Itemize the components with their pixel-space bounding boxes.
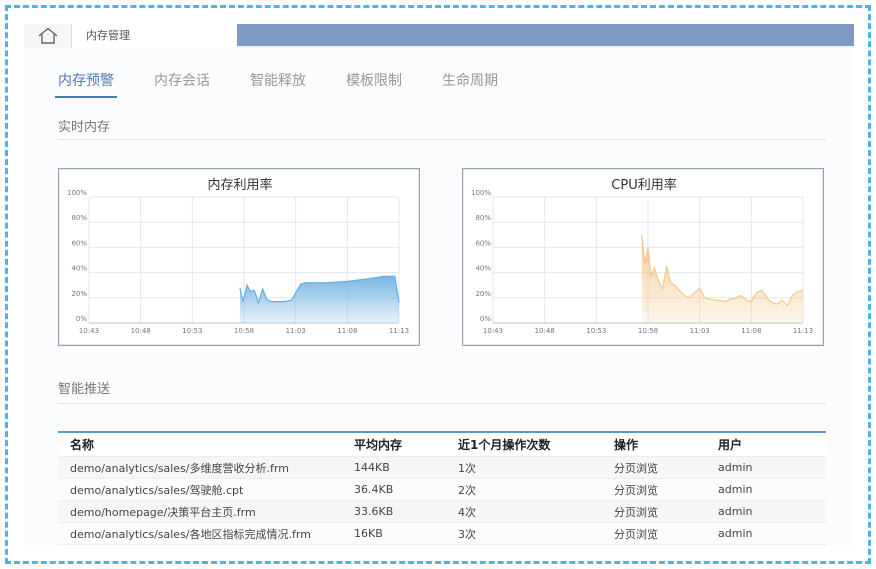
y-tick-label: 60% bbox=[475, 239, 491, 247]
home-button[interactable] bbox=[24, 24, 72, 48]
section-divider bbox=[58, 139, 826, 140]
tab-smart-release[interactable]: 智能释放 bbox=[250, 70, 306, 98]
y-tick-label: 40% bbox=[71, 265, 87, 273]
cell-operation: 分页浏览 bbox=[614, 505, 658, 519]
section-divider bbox=[58, 403, 826, 404]
tab-memory-warning[interactable]: 内存预警 bbox=[55, 70, 117, 98]
column-header-user: 用户 bbox=[718, 438, 743, 452]
y-tick-label: 60% bbox=[71, 239, 87, 247]
table-row[interactable]: demo/homepage/决策平台主页.frm 33.6KB 4次 分页浏览 … bbox=[58, 501, 826, 523]
x-tick-label: 10:43 bbox=[483, 327, 503, 335]
y-tick-label: 20% bbox=[475, 290, 491, 298]
table-header-row: 名称 平均内存 近1个月操作次数 操作 用户 bbox=[58, 433, 826, 457]
x-tick-label: 11:13 bbox=[793, 327, 813, 335]
tab-memory-session[interactable]: 内存会话 bbox=[154, 70, 210, 98]
cell-op-count: 1次 bbox=[458, 461, 476, 475]
y-tick-label: 80% bbox=[71, 214, 87, 222]
x-tick-label: 10:43 bbox=[79, 327, 99, 335]
cpu-usage-chart: CPU利用率 100% 80% 60% 40% 20% 0% 10:43 10:48 10:53 1… bbox=[471, 177, 813, 335]
column-header-op-count: 近1个月操作次数 bbox=[458, 438, 551, 452]
column-header-name: 名称 bbox=[70, 438, 95, 452]
tab-life-cycle[interactable]: 生命周期 bbox=[442, 70, 498, 98]
table-row[interactable]: demo/analytics/sales/驾驶舱.cpt 36.4KB 2次 分… bbox=[58, 479, 826, 501]
y-tick-label: 100% bbox=[471, 189, 491, 197]
active-page-tab[interactable]: 内存管理 bbox=[72, 24, 237, 48]
cell-op-count: 3次 bbox=[458, 527, 476, 541]
cell-name: demo/analytics/sales/驾驶舱.cpt bbox=[70, 483, 244, 497]
y-tick-label: 100% bbox=[67, 189, 87, 197]
y-tick-label: 80% bbox=[475, 214, 491, 222]
series-area bbox=[239, 276, 399, 323]
x-tick-label: 10:48 bbox=[535, 327, 555, 335]
push-table: 名称 平均内存 近1个月操作次数 操作 用户 demo/analytics/sa… bbox=[58, 431, 826, 545]
cell-avg-memory: 33.6KB bbox=[354, 505, 394, 518]
chart-title: CPU利用率 bbox=[611, 177, 676, 193]
x-tick-label: 10:58 bbox=[638, 327, 658, 335]
series-area bbox=[641, 234, 803, 323]
x-tick-label: 10:48 bbox=[131, 327, 151, 335]
cell-name: demo/analytics/sales/多维度营收分析.frm bbox=[70, 461, 289, 475]
x-tick-label: 11:03 bbox=[286, 327, 306, 335]
section-title-realtime: 实时内存 bbox=[58, 120, 111, 135]
memory-management-page: 内存管理 内存预警 内存会话 智能释放 模板限制 生命周期 实时内存 内存利用率… bbox=[24, 24, 854, 546]
cell-operation: 分页浏览 bbox=[614, 483, 658, 497]
cell-avg-memory: 16KB bbox=[354, 527, 383, 540]
x-tick-label: 10:58 bbox=[234, 327, 254, 335]
x-tick-label: 10:53 bbox=[182, 327, 202, 335]
chart-title: 内存利用率 bbox=[207, 177, 272, 193]
cell-op-count: 2次 bbox=[458, 483, 476, 497]
y-tick-label: 0% bbox=[480, 315, 491, 323]
home-icon bbox=[38, 27, 57, 44]
cell-user: admin bbox=[718, 461, 753, 474]
tab-template-limit[interactable]: 模板限制 bbox=[346, 70, 402, 98]
cell-avg-memory: 36.4KB bbox=[354, 483, 394, 496]
table-row[interactable]: demo/analytics/sales/各地区指标完成情况.frm 16KB … bbox=[58, 523, 826, 545]
cell-name: demo/homepage/决策平台主页.frm bbox=[70, 505, 256, 519]
cell-op-count: 4次 bbox=[458, 505, 476, 519]
cell-name: demo/analytics/sales/各地区指标完成情况.frm bbox=[70, 527, 311, 541]
y-tick-label: 40% bbox=[475, 265, 491, 273]
cell-operation: 分页浏览 bbox=[614, 527, 658, 541]
cell-user: admin bbox=[718, 505, 753, 518]
y-tick-label: 20% bbox=[71, 290, 87, 298]
top-bar: 内存管理 bbox=[24, 24, 854, 48]
sub-nav-tabs: 内存预警 内存会话 智能释放 模板限制 生命周期 bbox=[55, 70, 538, 98]
x-tick-label: 11:03 bbox=[690, 327, 710, 335]
section-title-push: 智能推送 bbox=[58, 382, 111, 397]
cpu-usage-chart-panel: CPU利用率 100% 80% 60% 40% 20% 0% 10:43 10:48 10:53 1… bbox=[462, 168, 824, 346]
x-tick-label: 10:53 bbox=[586, 327, 606, 335]
cell-user: admin bbox=[718, 483, 753, 496]
column-header-avg-memory: 平均内存 bbox=[354, 438, 403, 452]
memory-usage-chart: 内存利用率 100% 80% 60% 40% 20% 0% 10:43 10:48 10:53 10… bbox=[67, 177, 409, 335]
memory-usage-chart-panel: 内存利用率 100% 80% 60% 40% 20% 0% 10:43 10:48 10:53 10… bbox=[58, 168, 420, 346]
column-header-operation: 操作 bbox=[614, 438, 639, 452]
x-tick-label: 11:08 bbox=[337, 327, 357, 335]
cell-operation: 分页浏览 bbox=[614, 461, 658, 475]
x-tick-label: 11:08 bbox=[741, 327, 761, 335]
y-tick-label: 0% bbox=[76, 315, 87, 323]
table-row[interactable]: demo/analytics/sales/多维度营收分析.frm 144KB 1… bbox=[58, 457, 826, 479]
cell-avg-memory: 144KB bbox=[354, 461, 390, 474]
tab-strip-bar bbox=[237, 24, 854, 46]
x-tick-label: 11:13 bbox=[389, 327, 409, 335]
cell-user: admin bbox=[718, 527, 753, 540]
